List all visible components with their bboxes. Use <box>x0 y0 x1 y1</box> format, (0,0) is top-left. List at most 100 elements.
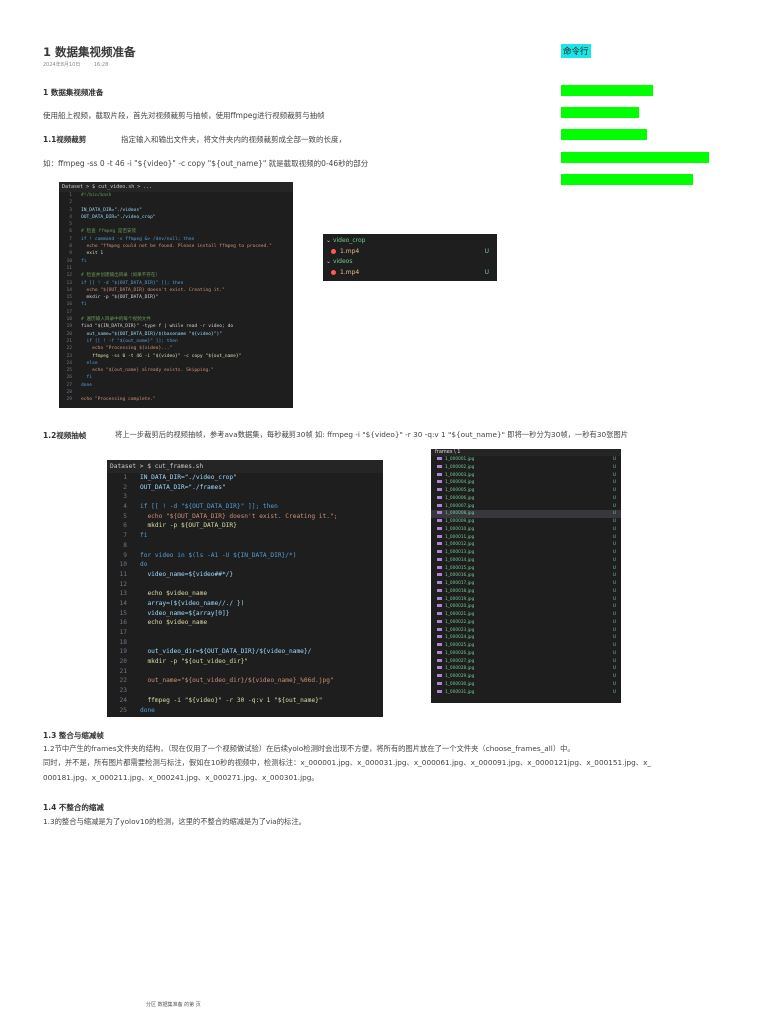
code-line: 13 if [[ ! -d "${OUT_DATA_DIR}" ]]; then <box>59 280 293 287</box>
code-line: 10 fi <box>59 258 293 265</box>
code-line: 5 echo "${OUT_DATA_DIR} doesn't exist. C… <box>107 512 383 522</box>
code-line: 2 <box>59 199 293 206</box>
code-line: 11 video_name=${video##*/} <box>107 570 383 580</box>
code-line: 29 echo "Processing complete." <box>59 396 293 403</box>
frame-file-item[interactable]: 1_000016.jpg U <box>431 572 621 580</box>
code-text: IN_DATA_DIR="./video_crop" <box>140 474 237 481</box>
frame-file-item[interactable]: 1_000003.jpg U <box>431 472 621 480</box>
code-text: # 检查 ffmpeg 是否安装 <box>81 229 137 235</box>
frame-file-item[interactable]: 1_000004.jpg U <box>431 479 621 487</box>
frame-file-item[interactable]: 1_000008.jpg U <box>431 510 621 518</box>
frame-file-item[interactable]: 1_000009.jpg U <box>431 518 621 526</box>
frame-file-item[interactable]: 1_000024.jpg U <box>431 634 621 642</box>
git-status-badge: U <box>612 503 616 509</box>
frame-file-name: 1_000030.jpg <box>445 681 475 687</box>
git-status-badge: U <box>612 480 616 486</box>
line-number: 7 <box>69 236 72 242</box>
code-line: 21 if [[ ! -f "${out_name}" ]]; then <box>59 338 293 345</box>
image-file-icon <box>437 573 442 577</box>
frame-file-item[interactable]: 1_000030.jpg U <box>431 681 621 689</box>
code-text: OUT_DATA_DIR="./video_crop" <box>81 214 156 220</box>
code-line: 4 if [[ ! -d "${OUT_DATA_DIR}" ]]; then <box>107 502 383 512</box>
image-file-icon <box>437 658 442 662</box>
frame-file-item[interactable]: 1_000010.jpg U <box>431 526 621 534</box>
image-file-icon <box>437 503 442 507</box>
image-file-icon <box>437 635 442 639</box>
frame-file-item[interactable]: 1_000031.jpg U <box>431 689 621 697</box>
frame-file-item[interactable]: 1_000019.jpg U <box>431 596 621 604</box>
code-line: 24 else <box>59 360 293 367</box>
git-status-badge: U <box>612 604 616 610</box>
frame-file-item[interactable]: 1_000015.jpg U <box>431 565 621 573</box>
git-status-badge: U <box>612 495 616 501</box>
code-text: for video in $(ls -A1 -U ${IN_DATA_DIR}/… <box>140 551 297 559</box>
image-file-icon <box>437 526 442 530</box>
git-status-badge: U <box>612 519 616 524</box>
section-1-3-line-2: 同时，并不是，所有图片都需要检测与标注，假如在10秒的视频中，检测标注：x_00… <box>43 758 652 767</box>
image-file-icon <box>437 565 442 569</box>
frame-file-name: 1_000028.jpg <box>445 666 475 672</box>
frame-file-item[interactable]: 1_000017.jpg U <box>431 580 621 588</box>
frame-file-item[interactable]: 1_000002.jpg U <box>431 464 621 472</box>
git-status-badge: U <box>612 565 616 571</box>
highlight-bar <box>561 174 693 185</box>
code-line: 9 exit 1 <box>59 250 293 257</box>
frame-file-item[interactable]: 1_000027.jpg U <box>431 658 621 666</box>
frame-file-item[interactable]: 1_000018.jpg U <box>431 588 621 596</box>
git-status-badge: U <box>612 534 616 540</box>
frame-file-name: 1_000021.jpg <box>445 612 475 617</box>
code-line: 14 echo "${OUT_DATA_DIR} doesn't exist. … <box>59 287 293 294</box>
frame-file-name: 1_000017.jpg <box>445 581 475 586</box>
frame-file-item[interactable]: 1_000011.jpg U <box>431 534 621 542</box>
line-number: 8 <box>123 541 127 549</box>
frame-file-item[interactable]: 1_000005.jpg U <box>431 487 621 495</box>
frame-file-item[interactable]: 1_000026.jpg U <box>431 650 621 658</box>
line-number: 10 <box>119 561 127 569</box>
explorer-folder[interactable]: ⌄ videos <box>323 257 497 268</box>
frame-file-item[interactable]: 1_000001.jpg U <box>431 456 621 464</box>
frame-file-item[interactable]: 1_000014.jpg U <box>431 557 621 565</box>
code-text: IN_DATA_DIR="./videos" <box>81 207 142 213</box>
command-line-label: 命令行 <box>561 44 591 58</box>
frame-file-item[interactable]: 1_000021.jpg U <box>431 611 621 619</box>
frame-file-item[interactable]: 1_000012.jpg U <box>431 541 621 549</box>
git-status-badge: U <box>612 596 616 602</box>
code-line: 8 echo "ffmpeg could not be found. Pleas… <box>59 243 293 250</box>
section-1-1-example: 如：ffmpeg -ss 0 -t 46 -i "${video}" -c co… <box>43 159 369 168</box>
line-number: 29 <box>66 397 72 403</box>
code-line: 1 IN_DATA_DIR="./video_crop" <box>107 473 383 483</box>
code-line: 18 # 遍历输入目录中的每个视频文件 <box>59 316 293 323</box>
frame-file-item[interactable]: 1_000023.jpg U <box>431 627 621 635</box>
git-status-badge: U <box>612 650 616 656</box>
frame-file-name: 1_000020.jpg <box>445 604 475 610</box>
frame-file-name: 1_000019.jpg <box>445 596 475 602</box>
frame-file-item[interactable]: 1_000029.jpg U <box>431 673 621 681</box>
explorer-file[interactable]: 1.mp4 U <box>323 268 497 279</box>
code-text: if [[ ! -d "${OUT_DATA_DIR}" ]]; then <box>140 503 278 511</box>
frame-file-item[interactable]: 1_000020.jpg U <box>431 603 621 611</box>
explorer-file[interactable]: 1.mp4 U <box>323 247 497 258</box>
code-line: 22 out_name="${out_video_dir}/${video_na… <box>107 676 383 686</box>
image-file-icon <box>437 604 442 608</box>
line-number: 19 <box>66 324 72 330</box>
code-text: echo "${OUT_DATA_DIR} doesn't exist. Cre… <box>140 512 338 520</box>
line-number: 24 <box>66 360 72 366</box>
frame-file-item[interactable]: 1_000013.jpg U <box>431 549 621 557</box>
image-file-icon <box>437 550 442 553</box>
code-text: echo "Processing ${video}..." <box>81 346 173 352</box>
frame-file-item[interactable]: 1_000006.jpg U <box>431 495 621 503</box>
explorer-item-label: 1.mp4 <box>340 268 360 276</box>
explorer-folder[interactable]: ⌄ video_crop <box>323 236 497 247</box>
line-number: 12 <box>66 273 72 279</box>
section-1-1-desc: 指定输入和输出文件夹，将文件夹内的视频裁剪成全部一致的长度， <box>121 135 346 144</box>
frame-file-item[interactable]: 1_000007.jpg U <box>431 503 621 511</box>
image-file-icon <box>437 511 442 515</box>
frame-file-item[interactable]: 1_000025.jpg U <box>431 642 621 650</box>
code-text: fi <box>140 532 148 540</box>
frame-file-item[interactable]: 1_000028.jpg U <box>431 665 621 673</box>
line-number: 5 <box>69 222 72 228</box>
frame-file-item[interactable]: 1_000022.jpg U <box>431 619 621 627</box>
git-status-badge: U <box>484 268 489 276</box>
code-text: if ! command -v ffmpeg &> /dev/null; the… <box>81 236 195 242</box>
code-text: echo "Processing complete." <box>81 397 156 403</box>
